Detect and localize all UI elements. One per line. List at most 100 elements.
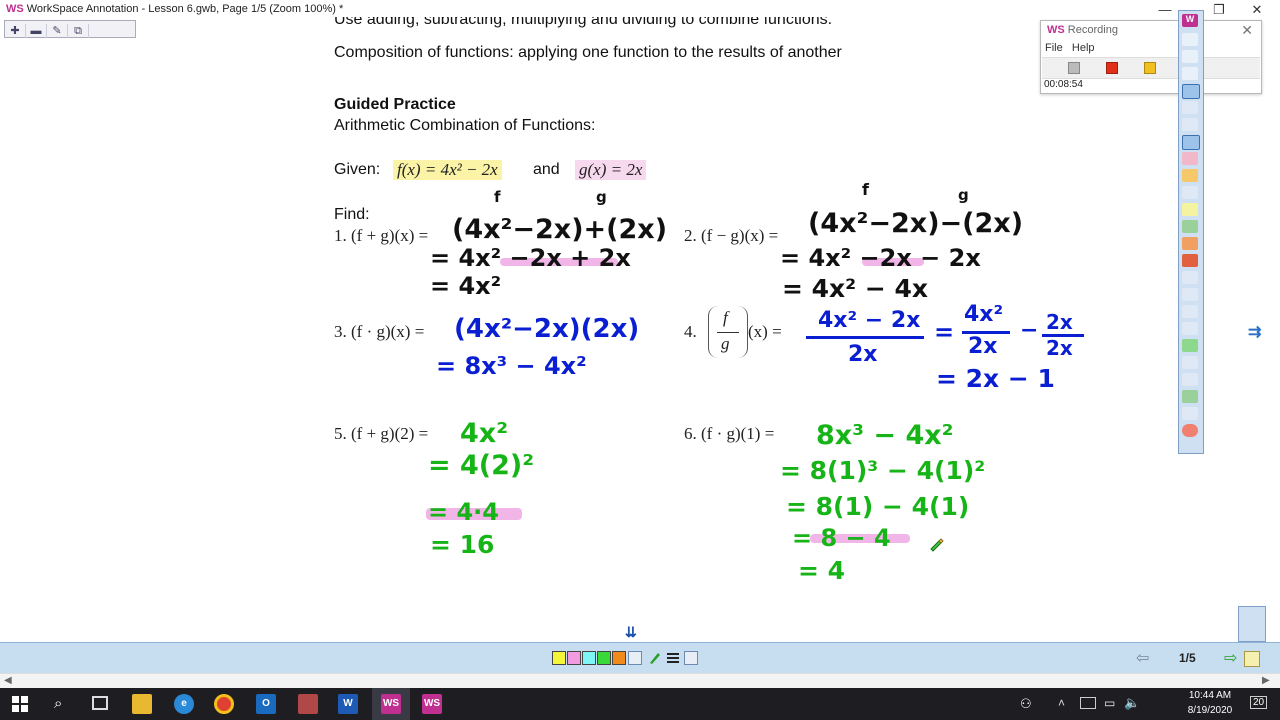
close-button[interactable]: ✕ [1234, 0, 1280, 20]
swatch-cyan[interactable] [582, 651, 596, 665]
select-page-icon[interactable] [1182, 84, 1200, 99]
swatch-green[interactable] [597, 651, 611, 665]
stop-icon[interactable] [1106, 62, 1118, 74]
capture-icon[interactable] [684, 651, 698, 665]
problem-4-fraction: f g [708, 306, 748, 358]
p3-line2: = 8x³ − 4x² [436, 352, 587, 380]
p6-line1: 8x³ − 4x² [816, 420, 954, 451]
p4-equals: = [934, 318, 955, 346]
tool-palette: W [1178, 10, 1204, 454]
text-icon[interactable] [1182, 203, 1198, 216]
record-pause-icon[interactable] [1068, 62, 1080, 74]
side-arrow-icon[interactable]: ⇉ [1248, 322, 1261, 342]
grid-icon[interactable] [1182, 356, 1198, 369]
p6-line3: = 8(1) − 4(1) [786, 492, 970, 521]
tray-chevron-icon[interactable]: ˄ [1058, 696, 1065, 710]
p5-line1: 4x² [460, 418, 509, 449]
p4-line2: = 2x − 1 [936, 364, 1055, 393]
page-toolbar: ⇦ 1/5 ⇨ [0, 642, 1280, 673]
ws-taskbar-button-active[interactable]: WS [372, 688, 410, 720]
settings-icon[interactable] [1182, 407, 1198, 420]
minimize-palette-icon[interactable] [1182, 33, 1198, 46]
p1-line2: = 4x² −2x + 2x [430, 244, 631, 272]
undo-icon[interactable] [1182, 288, 1198, 301]
recording-menu: File Help [1045, 42, 1095, 54]
arithmetic-subheading: Arithmetic Combination of Functions: [334, 117, 596, 134]
swatch-yellow[interactable] [552, 651, 566, 665]
p4-fraction-bar [806, 336, 924, 339]
edit-icon[interactable]: ✎ [47, 24, 68, 38]
record-icon[interactable] [1182, 390, 1198, 403]
clock-time[interactable]: 10:44 AM [1184, 690, 1236, 701]
p5-line3: = 4·4 [428, 498, 499, 526]
next-page-arrow[interactable]: ⇨ [1224, 648, 1237, 668]
file-explorer-icon[interactable] [132, 694, 152, 714]
recycle-bin-icon[interactable] [1238, 606, 1266, 642]
scroll-left-icon[interactable]: ◀ [4, 675, 12, 686]
battery-icon[interactable]: ▭ [1104, 696, 1115, 710]
task-view-icon[interactable] [92, 696, 108, 710]
p1-line1: (4x²−2x)+(2x) [452, 214, 668, 245]
scroll-down-icon[interactable]: ⇊ [625, 624, 637, 641]
search-icon[interactable]: ⌕ [54, 695, 62, 712]
exit-icon[interactable] [1182, 424, 1198, 437]
remove-page-icon[interactable]: ▬ [26, 24, 47, 38]
pause-icon[interactable] [1144, 62, 1156, 74]
menu-help[interactable]: Help [1072, 42, 1095, 54]
notification-badge[interactable]: 20 [1250, 696, 1268, 709]
network-icon[interactable] [1080, 697, 1096, 709]
pen-tool-icon[interactable] [1182, 118, 1198, 131]
swatch-orange[interactable] [612, 651, 626, 665]
outlook-icon[interactable]: O [256, 694, 276, 714]
recording-close-button[interactable]: ✕ [1241, 22, 1253, 39]
image-icon[interactable] [1182, 220, 1198, 233]
gallery-icon[interactable] [1182, 237, 1198, 250]
add-page-icon[interactable]: ✚ [5, 24, 26, 38]
save-icon[interactable] [1182, 305, 1198, 318]
menu-file[interactable]: File [1045, 42, 1063, 54]
and-label: and [533, 161, 560, 178]
chrome-icon[interactable] [214, 694, 234, 714]
p6-line5: = 4 [798, 556, 846, 585]
delete-icon[interactable] [1182, 254, 1198, 267]
clock-date[interactable]: 8/19/2020 [1184, 705, 1236, 716]
problem-5: 5. (f + g)(2) = [334, 424, 429, 443]
add-page-icon[interactable] [1244, 651, 1260, 667]
print-icon[interactable] [1182, 373, 1198, 386]
people-icon[interactable]: ⚇ [1020, 696, 1032, 712]
color-picker-icon[interactable] [628, 651, 642, 665]
ws-icon-1: WS [381, 694, 401, 714]
edge-icon[interactable]: e [174, 694, 194, 714]
ws-icon-2[interactable]: WS [422, 694, 442, 714]
pen-width-icon[interactable] [648, 649, 662, 665]
highlighter-tool-icon[interactable] [1182, 135, 1200, 150]
line-style-icon[interactable] [667, 651, 679, 663]
app-icon[interactable] [298, 694, 318, 714]
start-icon[interactable] [12, 696, 28, 712]
problem-4-x: (x) = [748, 322, 782, 341]
p4-term2-den: 2x [1046, 336, 1073, 360]
scroll-right-icon[interactable]: ▶ [1262, 675, 1270, 686]
given-g: g(x) = 2x [575, 160, 647, 180]
horizontal-scrollbar[interactable]: ◀ ▶ [0, 673, 1280, 688]
p3-line1: (4x²−2x)(2x) [454, 314, 640, 344]
swatch-pink[interactable] [567, 651, 581, 665]
problem-4-number: 4. [684, 322, 697, 341]
problem-2: 2. (f − g)(x) = [684, 226, 779, 245]
line-icon[interactable] [1182, 186, 1198, 199]
hand-icon[interactable] [1182, 67, 1198, 80]
word-icon[interactable]: W [338, 694, 358, 714]
prev-page-arrow[interactable]: ⇦ [1136, 648, 1149, 668]
prev-page-icon[interactable] [1182, 322, 1198, 335]
pin-icon[interactable] [1182, 50, 1198, 63]
p2-line2: = 4x² −2x − 2x [780, 244, 981, 272]
ws-logo-icon[interactable]: W [1182, 14, 1198, 27]
eraser-icon[interactable] [1182, 152, 1198, 165]
next-page-icon[interactable] [1182, 339, 1198, 352]
volume-icon[interactable]: 🔈 [1124, 695, 1140, 711]
composition-line: Composition of functions: applying one f… [334, 44, 842, 61]
pointer-icon[interactable] [1182, 101, 1198, 114]
copy-icon[interactable]: ⧉ [68, 24, 89, 38]
page-icon[interactable] [1182, 271, 1198, 284]
shape-icon[interactable] [1182, 169, 1198, 182]
